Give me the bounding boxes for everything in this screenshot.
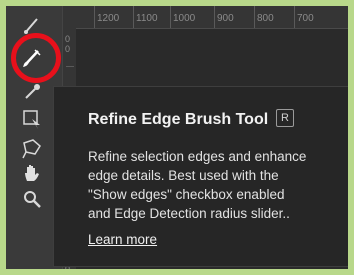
learn-more-link[interactable]: Learn more (88, 232, 157, 247)
tooltip-description-line: "Show edges" checkbox enabled (88, 187, 285, 202)
dropper-icon[interactable] (20, 80, 44, 104)
horizontal-ruler: 1200 1100 1000 900 800 700 (76, 6, 348, 29)
refine-edge-brush-icon[interactable] (20, 46, 44, 70)
zoom-icon[interactable] (20, 187, 44, 211)
brush-tool-icon[interactable] (20, 14, 44, 38)
tool-tooltip: Refine Edge Brush Tool R Refine selectio… (53, 86, 348, 267)
tooltip-description-line: edge details. Best used with the (88, 168, 279, 183)
vertical-ruler-label: 0 (65, 44, 71, 54)
vertical-ruler-label: 0 (65, 34, 71, 44)
ruler-label: 1000 (173, 13, 196, 24)
app-window: 0 0 0 1200 1100 1000 900 800 700 Refine … (6, 6, 348, 269)
ruler-label: 800 (257, 13, 274, 24)
rectangle-select-icon[interactable] (20, 107, 44, 131)
tooltip-description-line: Refine selection edges and enhance (88, 149, 307, 164)
ruler-label: 700 (297, 13, 314, 24)
polygon-lasso-icon[interactable] (20, 136, 44, 160)
ruler-label: 900 (217, 13, 234, 24)
tooltip-description: Refine selection edges and enhance edge … (88, 147, 338, 223)
tooltip-description-line: and Edge Detection radius slider.. (88, 206, 290, 221)
ruler-label: 1200 (97, 13, 120, 24)
hand-icon[interactable] (20, 161, 44, 185)
shortcut-key-badge: R (276, 109, 294, 127)
ruler-label: 1100 (136, 13, 158, 24)
tooltip-title: Refine Edge Brush Tool (88, 111, 269, 128)
